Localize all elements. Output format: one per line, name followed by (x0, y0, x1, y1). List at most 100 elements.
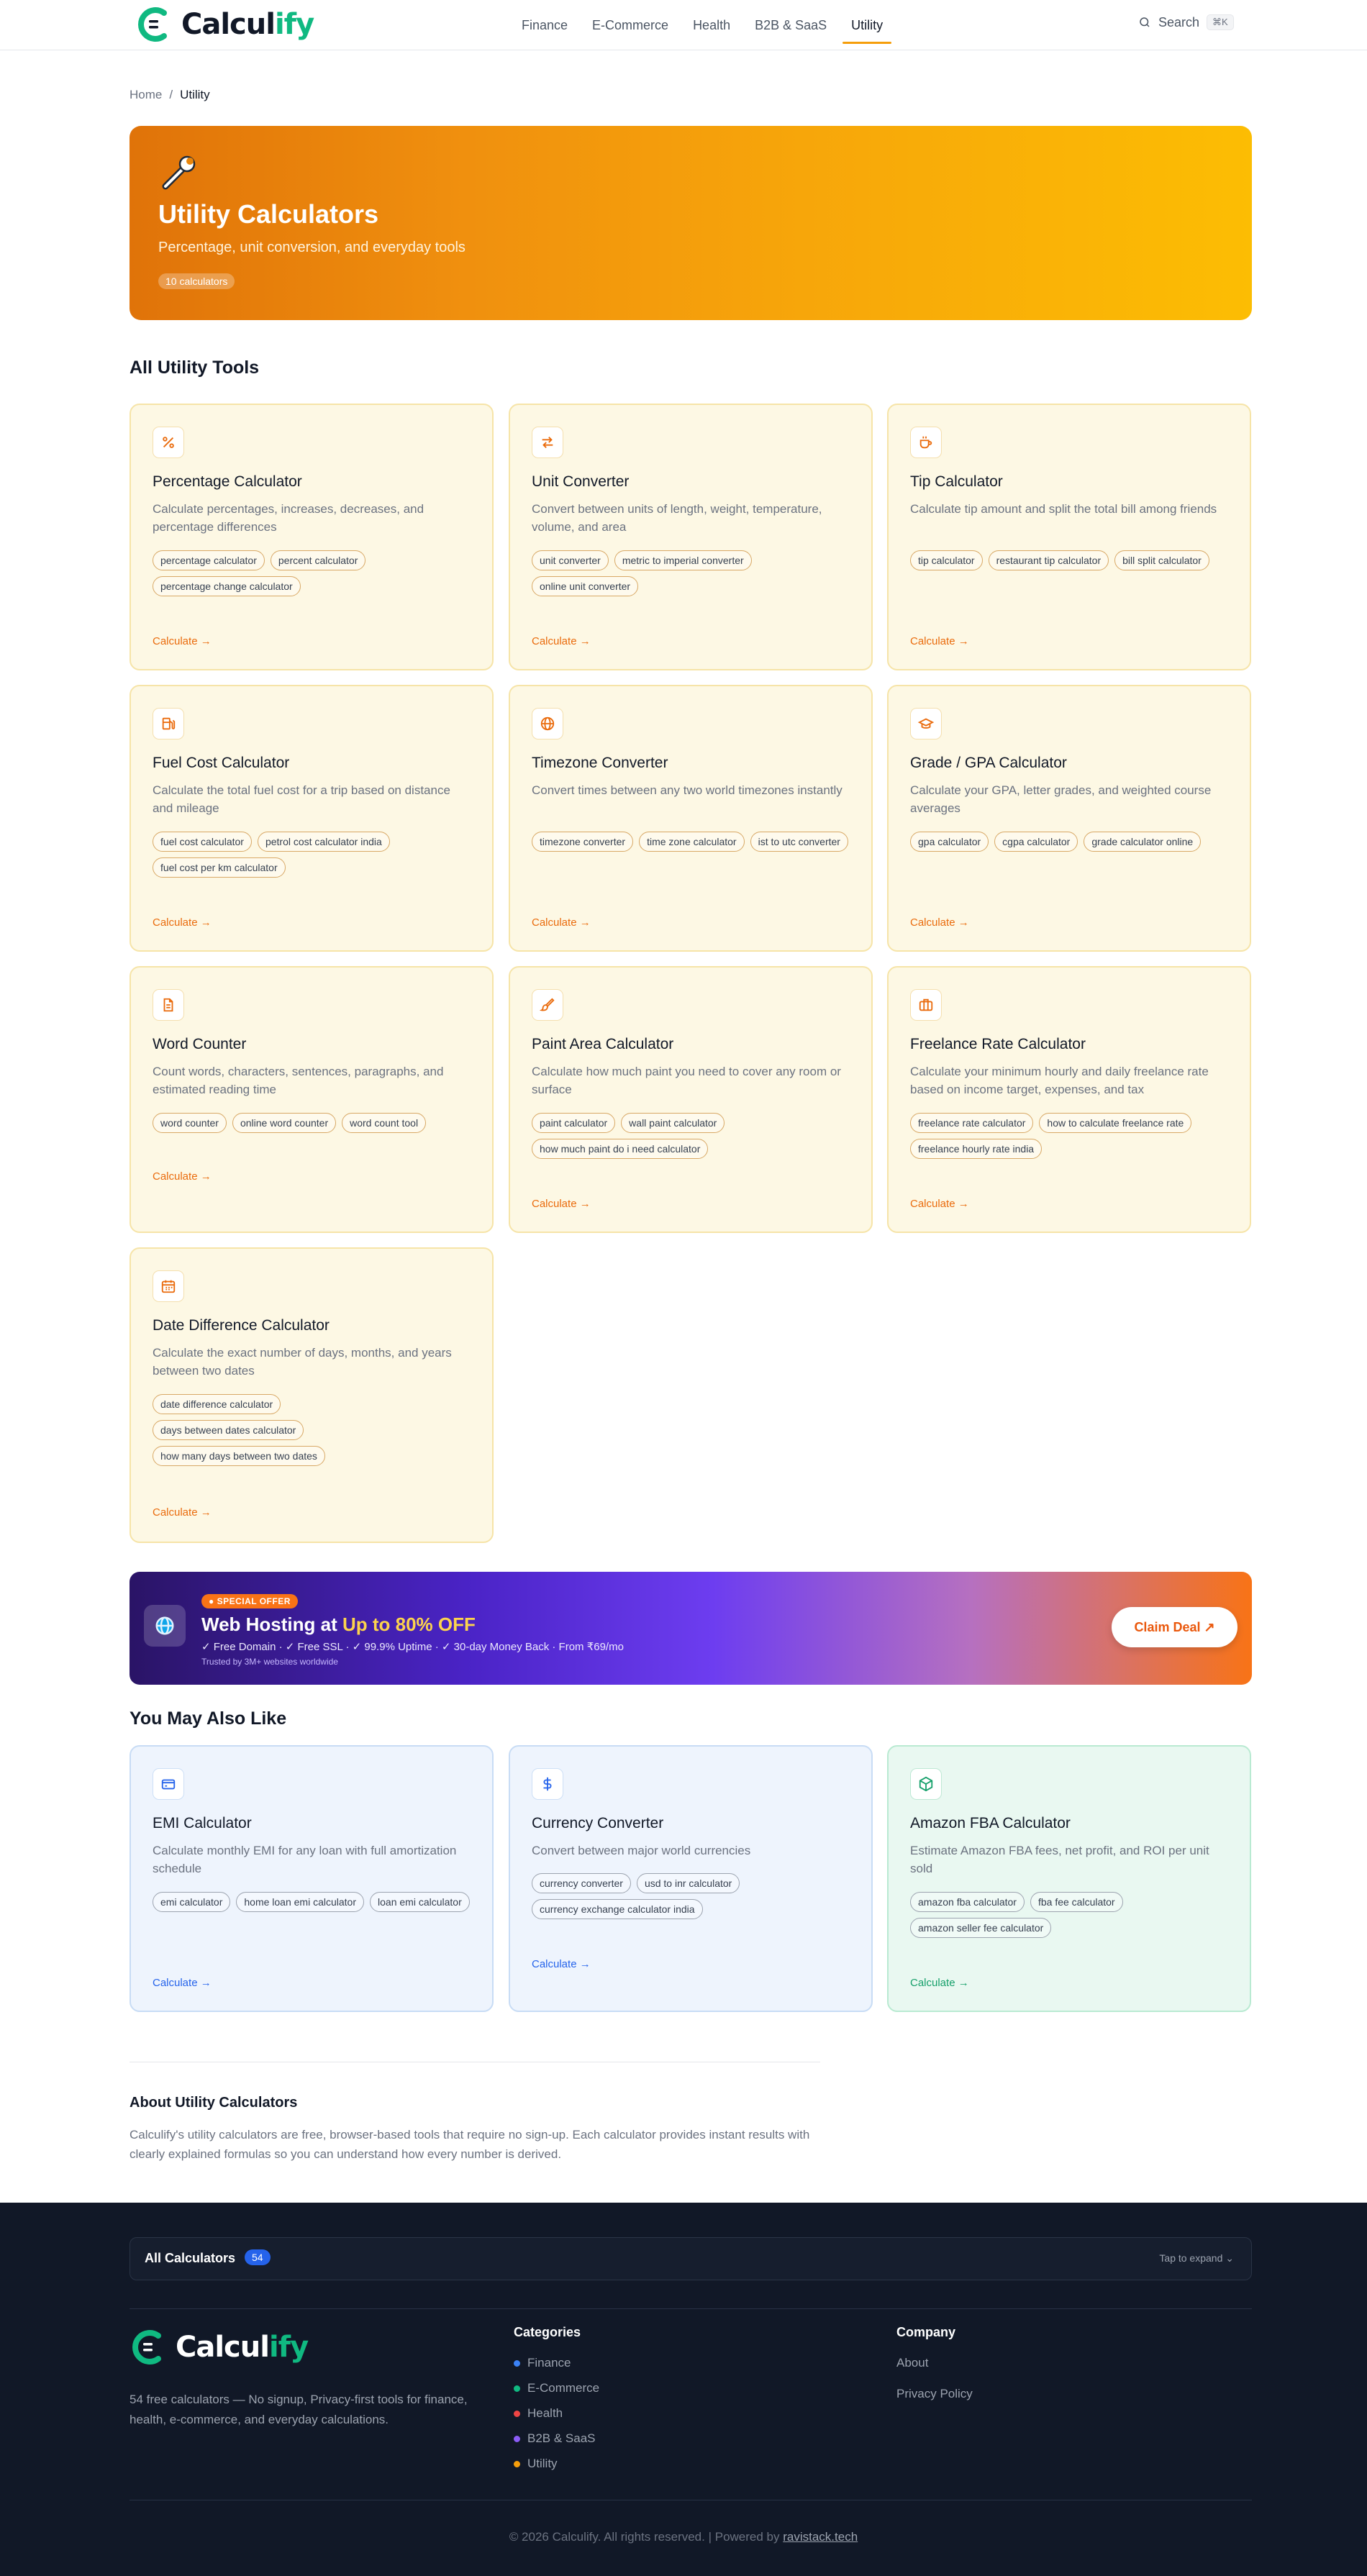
card-percentage-calculator[interactable]: Percentage Calculator Calculate percenta… (130, 404, 494, 670)
calculate-link[interactable]: Calculate → (153, 1170, 212, 1183)
tag[interactable]: paint calculator (532, 1113, 616, 1133)
card-amazon-fba-calculator[interactable]: Amazon FBA Calculator Estimate Amazon FB… (887, 1745, 1251, 2012)
tag[interactable]: currency exchange calculator india (532, 1899, 703, 1919)
card-date-difference-calculator[interactable]: Date Difference Calculator Calculate the… (130, 1247, 494, 1543)
card-freelance-rate-calculator[interactable]: Freelance Rate Calculator Calculate your… (887, 966, 1251, 1233)
top-navbar: Calculify Finance E-Commerce Health B2B … (0, 0, 1367, 50)
card-tip-calculator[interactable]: Tip Calculator Calculate tip amount and … (887, 404, 1251, 670)
card-title: Currency Converter (532, 1815, 664, 1831)
tag[interactable]: time zone calculator (639, 832, 745, 852)
card-tags: gpa calculator cgpa calculator grade cal… (910, 832, 1234, 852)
tag[interactable]: date difference calculator (153, 1394, 281, 1414)
tag[interactable]: fuel cost per km calculator (153, 857, 286, 878)
card-word-counter[interactable]: Word Counter Count words, characters, se… (130, 966, 494, 1233)
calculate-link[interactable]: Calculate → (910, 916, 969, 929)
tag[interactable]: word count tool (342, 1113, 427, 1133)
tag[interactable]: unit converter (532, 550, 609, 570)
tag[interactable]: how many days between two dates (153, 1446, 325, 1466)
tag[interactable]: percent calculator (270, 550, 366, 570)
nav-health[interactable]: Health (681, 6, 742, 44)
site-footer: All Calculators 54 Tap to expand ⌄ Calcu… (0, 2203, 1367, 2576)
calculate-link[interactable]: Calculate → (532, 1958, 591, 1970)
powered-by-link[interactable]: ravistack.tech (783, 2530, 858, 2544)
tag[interactable]: currency converter (532, 1873, 631, 1893)
logo-icon (132, 2330, 161, 2365)
calculate-link[interactable]: Calculate → (910, 635, 969, 647)
tag[interactable]: metric to imperial converter (614, 550, 752, 570)
footer-category-b2b-saas[interactable]: B2B & SaaS (514, 2431, 596, 2446)
logo-text: Calculify (181, 8, 314, 41)
tag[interactable]: usd to inr calculator (636, 1873, 740, 1893)
footer-logo[interactable]: Calculify (130, 2329, 309, 2366)
nav-b2b-saas[interactable]: B2B & SaaS (742, 6, 839, 44)
card-tags: timezone converter time zone calculator … (532, 832, 855, 852)
tag[interactable]: fba fee calculator (1030, 1892, 1123, 1912)
hosting-ad-banner[interactable]: ● SPECIAL OFFER Web Hosting at Up to 80%… (130, 1572, 1252, 1685)
tag[interactable]: cgpa calculator (994, 832, 1078, 852)
nav-utility[interactable]: Utility (839, 6, 895, 44)
tag[interactable]: home loan emi calculator (236, 1892, 365, 1912)
calculate-link[interactable]: Calculate → (153, 916, 212, 929)
tag[interactable]: word counter (153, 1113, 227, 1133)
tag[interactable]: amazon seller fee calculator (910, 1918, 1052, 1938)
site-logo[interactable]: Calculify (135, 6, 314, 43)
card-description: Calculate your minimum hourly and daily … (910, 1065, 1209, 1096)
tag[interactable]: online word counter (232, 1113, 337, 1133)
nav-ecommerce[interactable]: E-Commerce (580, 6, 681, 44)
calculate-link[interactable]: Calculate → (910, 1198, 969, 1210)
calculate-link[interactable]: Calculate → (910, 1977, 969, 1989)
all-calculators-toggle[interactable]: All Calculators 54 Tap to expand ⌄ (130, 2237, 1252, 2280)
tag[interactable]: percentage calculator (153, 550, 265, 570)
search-button[interactable]: Search ⌘K (1138, 14, 1234, 30)
tag[interactable]: restaurant tip calculator (988, 550, 1109, 570)
card-currency-converter[interactable]: Currency Converter Convert between major… (509, 1745, 873, 2012)
footer-link-about[interactable]: About (896, 2356, 928, 2370)
card-tags: currency converter usd to inr calculator… (532, 1873, 855, 1919)
calculate-link[interactable]: Calculate → (153, 1506, 212, 1519)
calculate-link[interactable]: Calculate → (532, 635, 591, 647)
nav-finance[interactable]: Finance (509, 6, 580, 44)
percent-icon (153, 427, 184, 458)
footer-category-ecommerce[interactable]: E-Commerce (514, 2381, 599, 2395)
tag[interactable]: freelance hourly rate india (910, 1139, 1043, 1159)
card-grade-gpa-calculator[interactable]: Grade / GPA Calculator Calculate your GP… (887, 685, 1251, 952)
tag[interactable]: gpa calculator (910, 832, 989, 852)
tag[interactable]: how much paint do i need calculator (532, 1139, 709, 1159)
main-nav: Finance E-Commerce Health B2B & SaaS Uti… (509, 0, 895, 50)
footer-category-finance[interactable]: Finance (514, 2356, 571, 2370)
tag[interactable]: tip calculator (910, 550, 983, 570)
tag[interactable]: loan emi calculator (370, 1892, 470, 1912)
about-heading: About Utility Calculators (130, 2095, 298, 2111)
card-paint-area-calculator[interactable]: Paint Area Calculator Calculate how much… (509, 966, 873, 1233)
footer-category-utility[interactable]: Utility (514, 2457, 558, 2471)
tag[interactable]: freelance rate calculator (910, 1113, 1034, 1133)
card-emi-calculator[interactable]: EMI Calculator Calculate monthly EMI for… (130, 1745, 494, 2012)
tag[interactable]: petrol cost calculator india (257, 832, 390, 852)
card-description: Convert times between any two world time… (532, 783, 843, 797)
calculate-link[interactable]: Calculate → (153, 1977, 212, 1989)
tag[interactable]: percentage change calculator (153, 576, 301, 596)
footer-category-health[interactable]: Health (514, 2406, 563, 2421)
tag[interactable]: bill split calculator (1114, 550, 1209, 570)
tag[interactable]: wall paint calculator (621, 1113, 725, 1133)
tag[interactable]: days between dates calculator (153, 1420, 304, 1440)
card-fuel-cost-calculator[interactable]: Fuel Cost Calculator Calculate the total… (130, 685, 494, 952)
claim-deal-button[interactable]: Claim Deal ↗ (1112, 1607, 1237, 1647)
tag[interactable]: ist to utc converter (750, 832, 848, 852)
tag[interactable]: timezone converter (532, 832, 634, 852)
footer-link-privacy[interactable]: Privacy Policy (896, 2387, 973, 2401)
card-timezone-converter[interactable]: Timezone Converter Convert times between… (509, 685, 873, 952)
breadcrumb-home[interactable]: Home (130, 88, 162, 102)
tag[interactable]: fuel cost calculator (153, 832, 252, 852)
ad-title: Web Hosting at Up to 80% OFF (201, 1614, 476, 1635)
tag[interactable]: grade calculator online (1084, 832, 1202, 852)
tag[interactable]: online unit converter (532, 576, 639, 596)
tag[interactable]: how to calculate freelance rate (1039, 1113, 1192, 1133)
tag[interactable]: amazon fba calculator (910, 1892, 1025, 1912)
calculate-link[interactable]: Calculate → (153, 635, 212, 647)
card-title: Word Counter (153, 1036, 247, 1052)
tag[interactable]: emi calculator (153, 1892, 231, 1912)
calculate-link[interactable]: Calculate → (532, 916, 591, 929)
card-unit-converter[interactable]: Unit Converter Convert between units of … (509, 404, 873, 670)
calculate-link[interactable]: Calculate → (532, 1198, 591, 1210)
